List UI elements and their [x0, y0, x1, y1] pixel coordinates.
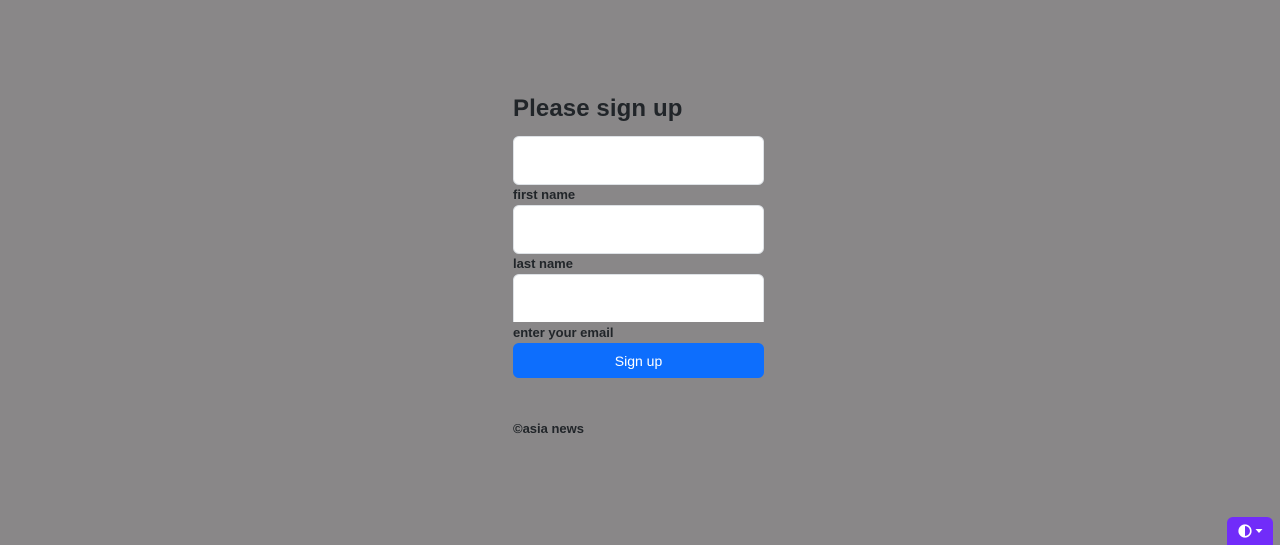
first-name-label: first name [513, 187, 576, 202]
caret-down-icon [1255, 528, 1263, 534]
signup-form: Please sign up first name last name ente… [513, 92, 764, 436]
theme-toggle-button[interactable] [1227, 517, 1273, 545]
contrast-half-circle-icon [1237, 524, 1252, 538]
page-title: Please sign up [513, 95, 683, 122]
last-name-label: last name [513, 256, 573, 271]
first-name-input[interactable] [513, 136, 764, 185]
footer-copyright: ©asia news [513, 421, 585, 436]
signup-page: Please sign up first name last name ente… [0, 0, 1280, 545]
sign-up-button[interactable]: Sign up [513, 343, 764, 378]
last-name-input[interactable] [513, 205, 764, 254]
email-label: enter your email [513, 325, 614, 340]
email-input[interactable] [513, 274, 764, 322]
